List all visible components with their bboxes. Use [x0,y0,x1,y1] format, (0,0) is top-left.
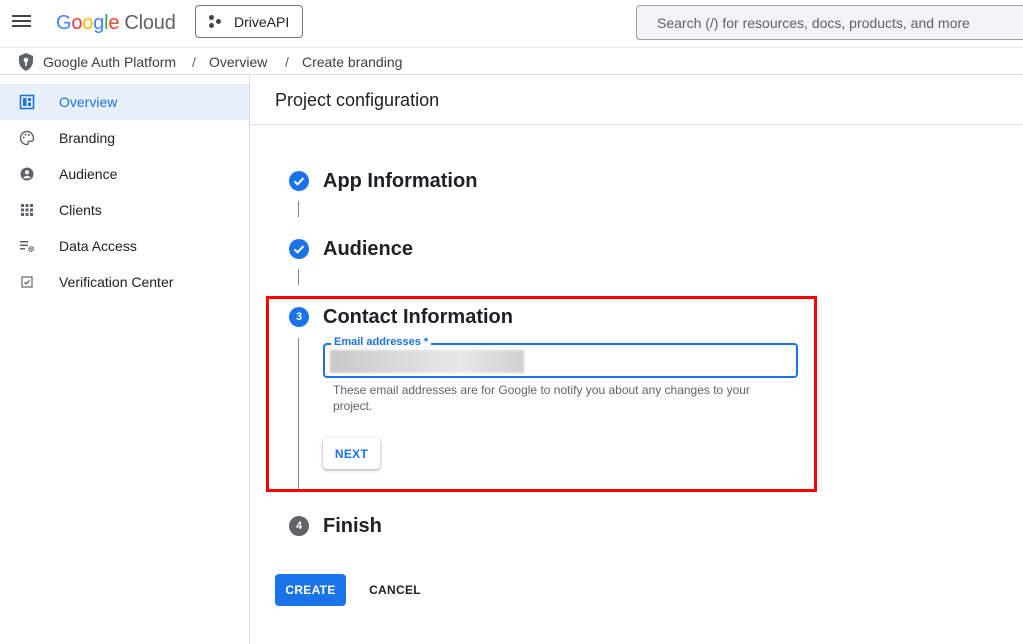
step-complete-check-icon [289,239,309,259]
project-picker-button[interactable]: DriveAPI [195,5,303,38]
dashboard-icon [19,94,35,110]
sidebar-item-branding[interactable]: Branding [0,120,249,156]
settings-list-icon [20,241,35,253]
step-title-finish: Finish [323,515,382,537]
palette-icon [19,130,35,146]
sidebar-item-label: Branding [59,130,116,146]
highlight-box [266,296,817,492]
account-circle-icon [20,167,34,181]
step-number-badge: 4 [289,516,309,536]
sidebar-item-data-access[interactable]: Data Access [0,228,249,264]
page-title: Project configuration [275,90,440,110]
step-connector [298,201,299,217]
sidebar-item-verification-center[interactable]: Verification Center [0,264,249,300]
sidebar-item-label: Overview [59,94,118,110]
hamburger-menu-icon[interactable] [12,13,32,33]
search-input[interactable] [655,14,1019,32]
step-complete-check-icon [289,171,309,191]
sidebar: Overview Branding Audience Clients Data … [0,75,250,644]
search-bar[interactable] [636,5,1023,40]
sidebar-item-label: Data Access [59,238,137,254]
sidebar-item-clients[interactable]: Clients [0,192,249,228]
create-button[interactable]: CREATE [275,574,346,606]
sidebar-item-label: Audience [59,166,118,182]
top-bar: Google Cloud DriveAPI [0,0,1023,46]
breadcrumb-create-branding: Create branding [302,54,403,70]
apps-grid-icon [21,204,33,216]
breadcrumb-overview[interactable]: Overview [209,54,267,70]
sidebar-item-label: Verification Center [59,274,174,290]
step-title-app-information[interactable]: App Information [323,170,477,193]
project-name: DriveAPI [234,13,290,30]
cancel-button[interactable]: CANCEL [360,574,430,606]
breadcrumb-auth-platform[interactable]: Google Auth Platform [43,54,176,70]
checkbox-icon [21,276,33,288]
sidebar-item-overview[interactable]: Overview [0,84,249,120]
sidebar-item-label: Clients [59,202,102,218]
shield-key-icon [19,53,33,71]
step-title-audience[interactable]: Audience [323,238,413,261]
step-connector [298,269,299,285]
page-header: Project configuration [251,76,1023,125]
breadcrumb-separator: / [285,54,289,70]
sidebar-item-audience[interactable]: Audience [0,156,249,192]
project-icon [209,14,223,29]
breadcrumb-separator: / [192,54,196,70]
breadcrumb: Google Auth Platform / Overview / Create… [0,47,1023,75]
google-cloud-logo[interactable]: Google Cloud [56,10,176,36]
